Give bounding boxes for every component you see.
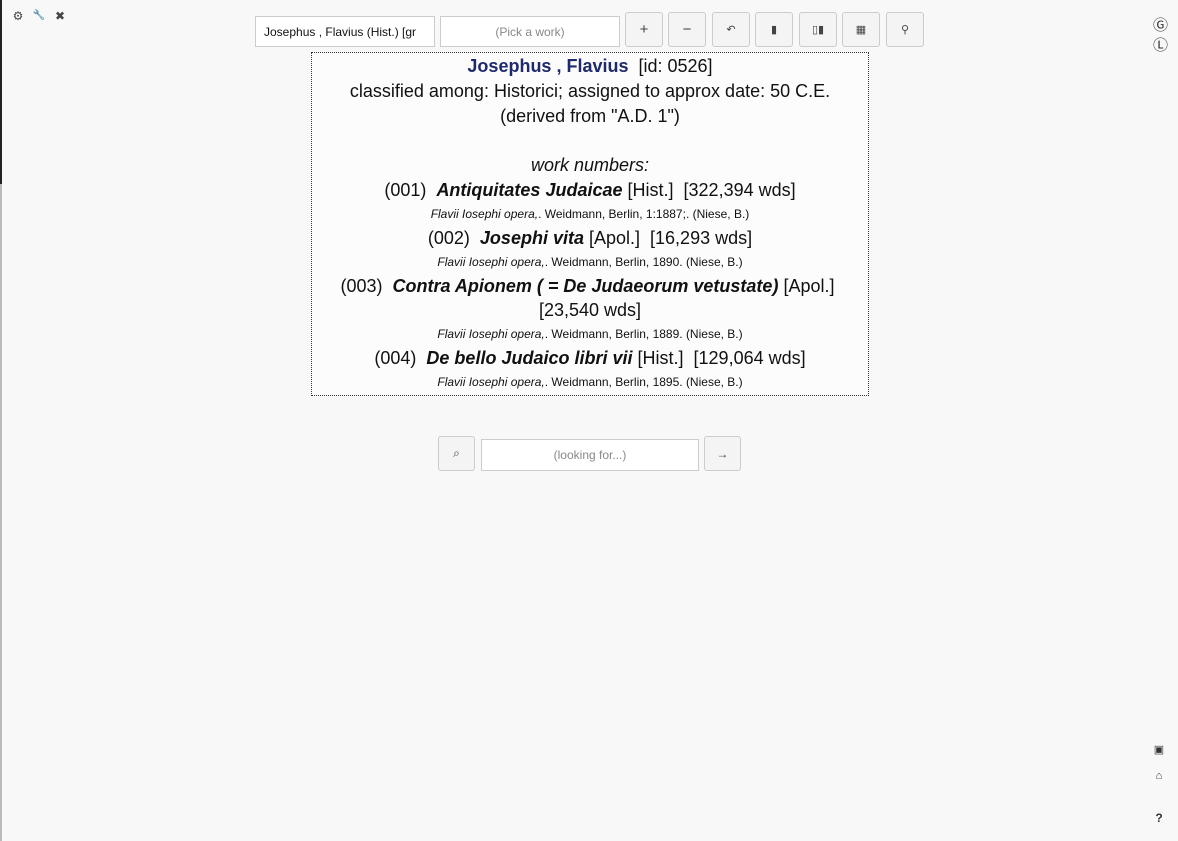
- work-number: (004): [374, 348, 417, 368]
- work-edition: Flavii Iosephi opera,. Weidmann, Berlin,…: [316, 202, 864, 226]
- help-icon[interactable]: ?: [1152, 811, 1166, 825]
- settings-icon[interactable]: ⚙: [11, 9, 25, 23]
- texts-button[interactable]: ▯▮: [799, 12, 837, 47]
- work-title: Contra Apionem ( = De Judaeorum vetustat…: [392, 276, 779, 296]
- edition-details: . Weidmann, Berlin, 1:1887;. (Niese, B.): [538, 207, 750, 221]
- work-genre: [Hist.]: [637, 348, 684, 368]
- edition-title: Flavii Iosephi opera,: [437, 375, 545, 389]
- work-genre: [Hist.]: [627, 180, 674, 200]
- right-top-icons: Ⓖ Ⓛ: [1153, 17, 1168, 55]
- author-heading: Josephus , Flavius [id: 0526]: [316, 54, 864, 79]
- browse-button[interactable]: ▮: [755, 12, 793, 47]
- work-entry-002[interactable]: (002) Josephi vita [Apol.] [16,293 wds]: [316, 226, 864, 250]
- right-bottom-icons: ▣ ⌂ ?: [1152, 743, 1166, 825]
- table-button[interactable]: ▦: [842, 12, 880, 47]
- folder-open-icon[interactable]: ⌂: [1152, 769, 1166, 783]
- author-classification: classified among: Historici; assigned to…: [349, 81, 831, 126]
- edition-title: Flavii Iosephi opera,: [437, 255, 545, 269]
- search-input[interactable]: [481, 439, 699, 471]
- wrench-icon[interactable]: 🔧: [32, 9, 46, 23]
- author-name: Josephus , Flavius: [467, 56, 629, 76]
- work-word-count: [16,293 wds]: [650, 228, 753, 248]
- author-input[interactable]: [255, 16, 435, 47]
- go-arrow-icon[interactable]: →: [704, 436, 741, 471]
- work-word-count: [23,540 wds]: [538, 300, 642, 320]
- work-edition: Flavii Iosephi opera,. Weidmann, Berlin,…: [316, 250, 864, 274]
- work-title: De bello Judaico libri vii: [426, 348, 633, 368]
- work-edition: Flavii Iosephi opera,. Weidmann, Berlin,…: [316, 322, 864, 346]
- edition-title: Flavii Iosephi opera,: [437, 327, 545, 341]
- work-entry-003[interactable]: (003) Contra Apionem ( = De Judaeorum ve…: [316, 274, 864, 322]
- work-title: Antiquitates Judaicae: [436, 180, 623, 200]
- work-entry-001[interactable]: (001) Antiquitates Judaicae [Hist.] [322…: [316, 178, 864, 202]
- undo-button[interactable]: ↶: [712, 12, 750, 47]
- work-number: (001): [384, 180, 427, 200]
- save-icon[interactable]: ▣: [1152, 743, 1166, 757]
- window-left-edge-dark: [0, 0, 2, 184]
- work-word-count: [322,394 wds]: [683, 180, 796, 200]
- remove-button[interactable]: −: [668, 12, 706, 47]
- stamp-button[interactable]: ⚲: [886, 12, 924, 47]
- search-icon[interactable]: ⌕: [438, 436, 475, 471]
- edition-title: Flavii Iosephi opera,: [430, 207, 539, 221]
- work-numbers-label: work numbers:: [530, 155, 650, 175]
- work-genre: [Apol.]: [783, 276, 835, 296]
- corner-tools: ⚙ 🔧 ✖: [11, 9, 67, 23]
- work-edition: Flavii Iosephi opera,. Weidmann, Berlin,…: [316, 370, 864, 394]
- edition-details: . Weidmann, Berlin, 1890. (Niese, B.): [544, 255, 743, 269]
- l-circle-icon[interactable]: Ⓛ: [1153, 37, 1168, 55]
- work-word-count: [129,064 wds]: [693, 348, 806, 368]
- edition-details: . Weidmann, Berlin, 1895. (Niese, B.): [544, 375, 743, 389]
- edition-details: . Weidmann, Berlin, 1889. (Niese, B.): [544, 327, 743, 341]
- author-info-box: Josephus , Flavius [id: 0526] classified…: [311, 52, 869, 396]
- work-title: Josephi vita: [479, 228, 584, 248]
- window-left-edge: [0, 0, 2, 841]
- work-number: (002): [427, 228, 470, 248]
- work-genre: [Apol.]: [588, 228, 641, 248]
- add-button[interactable]: +: [625, 12, 663, 47]
- work-entry-004[interactable]: (004) De bello Judaico libri vii [Hist.]…: [316, 346, 864, 370]
- author-id: [id: 0526]: [638, 56, 713, 76]
- close-icon[interactable]: ✖: [53, 9, 67, 23]
- work-input[interactable]: [440, 16, 620, 47]
- g-circle-icon[interactable]: Ⓖ: [1153, 17, 1168, 35]
- work-number: (003): [340, 276, 383, 296]
